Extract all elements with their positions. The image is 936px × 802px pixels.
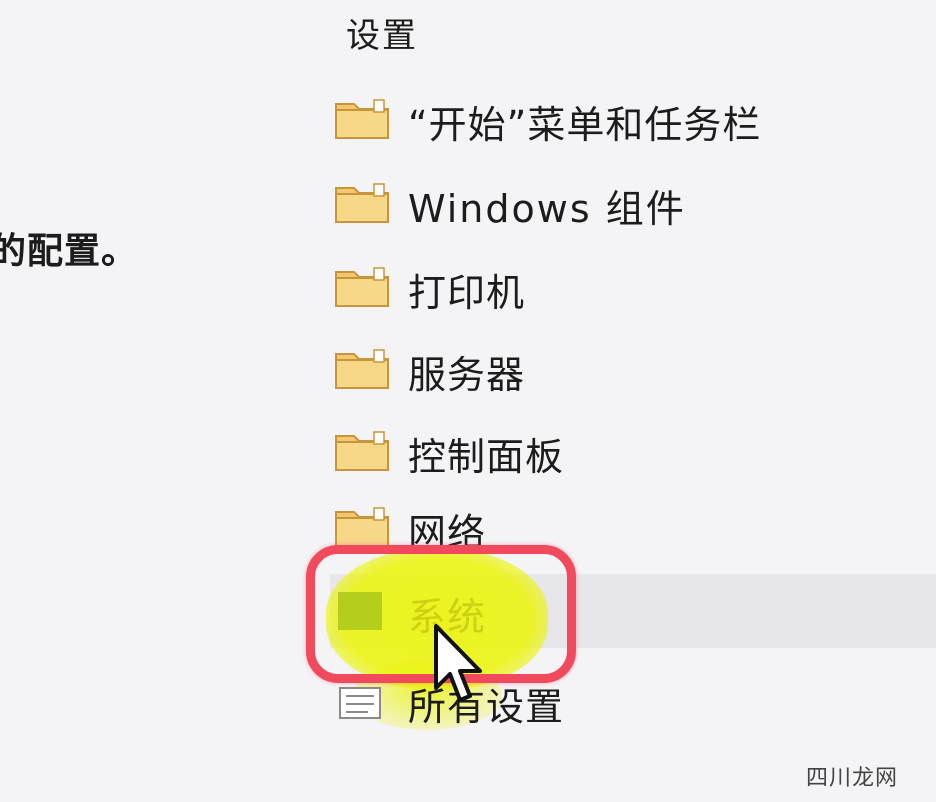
- tree-item-server[interactable]: 服务器: [334, 336, 894, 398]
- tree-item-label: “开始”菜单和任务栏: [408, 103, 762, 147]
- folder-icon: [334, 180, 390, 224]
- tree-item-label: 服务器: [408, 353, 526, 397]
- tree-item-label: Windows 组件: [408, 187, 686, 231]
- folder-icon: [334, 504, 390, 548]
- tree-item-printers[interactable]: 打印机: [334, 254, 894, 316]
- settings-list-icon: [334, 678, 390, 722]
- tree-item-label: 打印机: [408, 271, 526, 315]
- tree-item-windows-components[interactable]: Windows 组件: [334, 170, 894, 232]
- policy-tree: “开始”菜单和任务栏 Windows 组件 打印机 服务器 控制面板 网络 系统…: [0, 0, 936, 802]
- tree-item-start-menu-taskbar[interactable]: “开始”菜单和任务栏: [334, 86, 894, 148]
- tree-item-control-panel[interactable]: 控制面板: [334, 418, 894, 480]
- watermark: 四川龙网: [806, 766, 899, 791]
- folder-icon: [334, 428, 390, 472]
- mouse-pointer-icon: [434, 624, 482, 702]
- folder-icon: [334, 96, 390, 140]
- folder-icon: [334, 346, 390, 390]
- folder-icon: [334, 264, 390, 308]
- tree-item-label: 控制面板: [408, 435, 565, 479]
